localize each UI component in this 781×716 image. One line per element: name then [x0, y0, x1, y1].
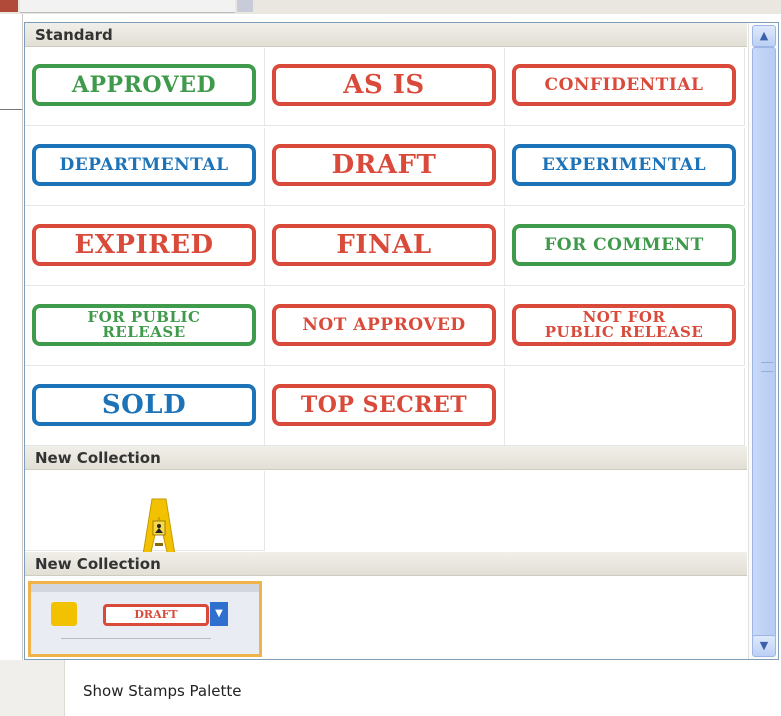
thumbnail-stamp: DRAFT — [103, 604, 209, 626]
stamp-sold[interactable]: SOLD — [32, 384, 256, 426]
stamp-cell[interactable]: NOT FOR PUBLIC RELEASE — [505, 288, 745, 366]
thumbnail-tool-icon — [51, 602, 77, 626]
stamp-cell[interactable]: SOLD — [25, 368, 265, 446]
stamp-cell[interactable]: EXPIRED — [25, 208, 265, 286]
palette-menu: Show Stamps Palette — [0, 660, 781, 716]
scroll-down-icon[interactable]: ▼ — [752, 635, 776, 657]
section-header-standard: Standard — [25, 23, 747, 47]
section-header-new-collection-1: New Collection — [25, 446, 747, 470]
stamp-cell[interactable]: CONFIDENTIAL — [505, 48, 745, 126]
stamp-cell[interactable]: APPROVED — [25, 48, 265, 126]
toolbar-field[interactable] — [20, 0, 235, 13]
stamp-cell[interactable]: NOT APPROVED — [265, 288, 505, 366]
stamp-draft[interactable]: DRAFT — [272, 144, 496, 186]
thumbnail-toolbar — [31, 584, 259, 592]
menu-icon-column — [0, 660, 65, 716]
show-stamps-palette-item[interactable]: Show Stamps Palette — [83, 682, 242, 700]
stamp-not-for-public-release[interactable]: NOT FOR PUBLIC RELEASE — [512, 304, 736, 346]
stamp-expired[interactable]: EXPIRED — [32, 224, 256, 266]
stamp-not-approved[interactable]: NOT APPROVED — [272, 304, 496, 346]
scroll-thumb[interactable] — [752, 47, 776, 639]
stamps-dropdown-panel: Standard APPROVED AS IS CONFIDENTIAL DEPART… — [24, 22, 779, 660]
stamp-for-comment[interactable]: FOR COMMENT — [512, 224, 736, 266]
stamp-departmental[interactable]: DEPARTMENTAL — [32, 144, 256, 186]
stamp-cell[interactable]: FINAL — [265, 208, 505, 286]
stamp-tool-icon[interactable] — [0, 0, 18, 12]
dropdown-arrow-icon[interactable] — [237, 0, 253, 12]
stamp-confidential[interactable]: CONFIDENTIAL — [512, 64, 736, 106]
stamp-cell[interactable]: EXPERIMENTAL — [505, 128, 745, 206]
empty-cell — [505, 368, 745, 446]
thumbnail-list-area — [61, 638, 211, 654]
stamp-cell[interactable]: TOP SECRET — [265, 368, 505, 446]
stamp-experimental[interactable]: EXPERIMENTAL — [512, 144, 736, 186]
stamps-list: Standard APPROVED AS IS CONFIDENTIAL DEPART… — [25, 23, 747, 659]
stamp-as-is[interactable]: AS IS — [272, 64, 496, 106]
vertical-scrollbar[interactable]: ▲ ▼ — [748, 23, 778, 659]
thumbnail-dropdown-icon: ▼ — [210, 602, 228, 626]
stamp-cell[interactable]: FOR PUBLIC RELEASE — [25, 288, 265, 366]
scroll-up-icon[interactable]: ▲ — [752, 25, 776, 47]
stamp-cell[interactable]: FOR COMMENT — [505, 208, 745, 286]
collection2-thumbnail-selected[interactable]: DRAFT ▼ — [28, 581, 262, 657]
stamp-top-secret[interactable]: TOP SECRET — [272, 384, 496, 426]
section-header-new-collection-2: New Collection — [25, 552, 747, 576]
app-toolbar-strip — [0, 0, 781, 14]
stamp-cell[interactable]: DEPARTMENTAL — [25, 128, 265, 206]
stamp-final[interactable]: FINAL — [272, 224, 496, 266]
stamp-for-public-release[interactable]: FOR PUBLIC RELEASE — [32, 304, 256, 346]
stamp-cell[interactable]: DRAFT — [265, 128, 505, 206]
stamp-cell[interactable]: AS IS — [265, 48, 505, 126]
left-margin — [0, 14, 23, 716]
stamp-approved[interactable]: APPROVED — [32, 64, 256, 106]
